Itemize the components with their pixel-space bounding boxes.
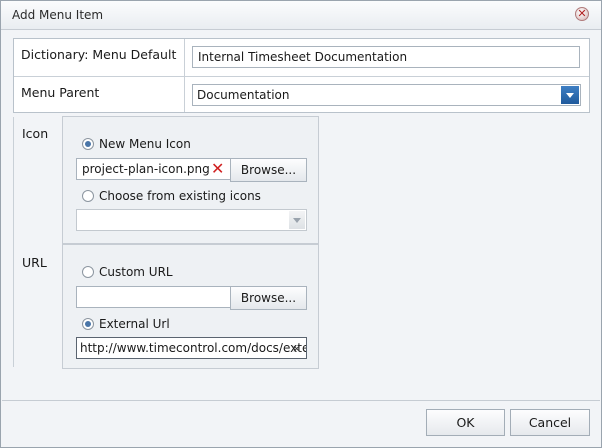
icon-section-label: Icon [22, 126, 49, 141]
new-icon-radio[interactable] [82, 138, 94, 150]
remove-file-icon[interactable]: ✕ [211, 161, 224, 177]
icon-browse-button[interactable]: Browse... [230, 158, 307, 182]
existing-icon-radio[interactable] [82, 190, 94, 202]
existing-icon-select[interactable] [76, 209, 307, 231]
url-section-label: URL [22, 255, 47, 270]
external-url-label: External Url [99, 317, 170, 331]
new-icon-label: New Menu Icon [99, 137, 191, 151]
add-menu-item-dialog: Add Menu Item ✕ Dictionary: Menu Default… [0, 0, 602, 448]
ok-button[interactable]: OK [426, 409, 505, 436]
custom-url-radio[interactable] [82, 266, 94, 278]
chevron-down-icon[interactable] [289, 211, 305, 229]
row-divider [14, 76, 589, 77]
custom-url-label: Custom URL [99, 265, 173, 279]
url-browse-button[interactable]: Browse... [230, 286, 307, 310]
dialog-title: Add Menu Item [12, 8, 104, 22]
external-url-radio[interactable] [82, 318, 94, 330]
icon-file-field[interactable]: project-plan-icon.png [76, 158, 231, 180]
menu-parent-label: Menu Parent [21, 85, 100, 100]
custom-url-field[interactable] [76, 286, 231, 308]
chevron-down-icon[interactable] [561, 86, 579, 104]
dictionary-field[interactable]: Internal Timesheet Documentation [192, 46, 580, 68]
cancel-button[interactable]: Cancel [510, 409, 590, 436]
footer-divider [2, 400, 600, 401]
dictionary-label: Dictionary: Menu Default [21, 47, 177, 62]
url-options-box: Custom URL Browse... External Url http:/… [62, 244, 319, 369]
left-rule [13, 117, 14, 367]
icon-options-box: New Menu Icon project-plan-icon.png ✕ Br… [62, 116, 319, 244]
menu-properties-panel: Dictionary: Menu Default Internal Timesh… [13, 38, 590, 113]
title-bar: Add Menu Item ✕ [1, 1, 601, 30]
menu-parent-value: Documentation [197, 88, 290, 102]
existing-icon-label: Choose from existing icons [99, 189, 261, 203]
external-url-field[interactable]: http://www.timecontrol.com/docs/exterı [76, 337, 307, 359]
column-divider [184, 39, 185, 112]
menu-parent-select[interactable]: Documentation [192, 84, 581, 106]
close-icon[interactable]: ✕ [575, 7, 589, 21]
clear-url-icon[interactable]: × [292, 343, 301, 355]
